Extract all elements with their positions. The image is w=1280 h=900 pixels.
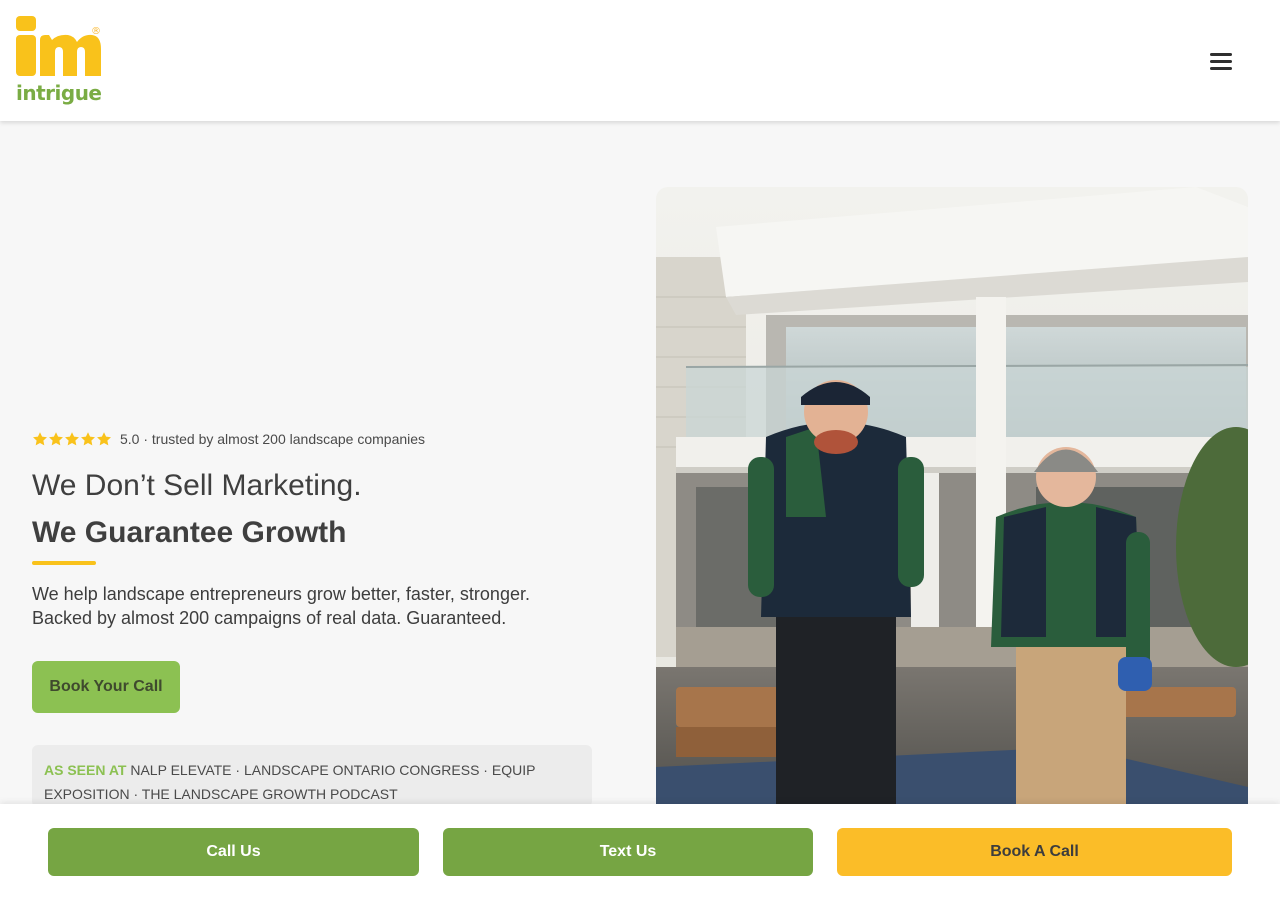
hamburger-menu-icon[interactable] [1208,48,1236,74]
logo-wordmark: intrigue [16,81,102,105]
hero-subcopy: We help landscape entrepreneurs grow bet… [32,582,592,630]
hero-photo [656,187,1248,827]
star-icon [49,432,63,446]
as-seen-label: AS SEEN AT [44,762,127,778]
star-icon [33,432,47,446]
rating-text: 5.0 · trusted by almost 200 landscape co… [120,431,426,447]
star-icon [81,432,95,446]
site-header: ® intrigue [0,0,1280,121]
star-icon [65,432,79,446]
book-a-call-button[interactable]: Book A Call [837,828,1232,876]
headline-underline [32,561,96,565]
text-us-button[interactable]: Text Us [443,828,813,876]
subcopy-line-1: We help landscape entrepreneurs grow bet… [32,584,530,604]
headline-secondary: We Guarantee Growth [32,516,347,549]
as-seen-at-banner: AS SEEN AT NALP ELEVATE · LANDSCAPE ONTA… [32,745,592,807]
intrigue-logo[interactable]: ® intrigue [16,16,102,108]
registered-mark: ® [91,26,101,37]
star-rating [32,431,112,447]
hero-photo-illustration [656,187,1248,827]
logo-mark-icon [16,16,101,76]
rating-row: 5.0 · trusted by almost 200 landscape co… [32,430,425,448]
book-your-call-button[interactable]: Book Your Call [32,661,180,713]
subcopy-line-2: Backed by almost 200 campaigns of real d… [32,608,507,628]
call-us-button[interactable]: Call Us [48,828,419,876]
star-icon [97,432,111,446]
headline-primary: We Don’t Sell Marketing. [32,469,362,502]
sticky-action-bar: Call Us Text Us Book A Call [0,804,1280,900]
